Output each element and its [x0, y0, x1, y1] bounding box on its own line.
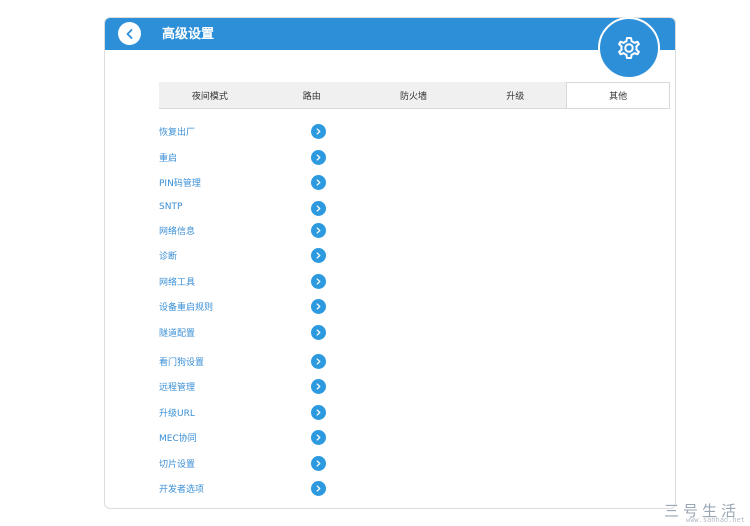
back-button[interactable] — [118, 22, 141, 45]
menu-item-label: 看门狗设置 — [159, 358, 205, 368]
chevron-right-icon[interactable] — [311, 379, 326, 394]
chevron-right-icon[interactable] — [311, 299, 326, 314]
menu-item-diagnostics[interactable]: 诊断 — [159, 247, 329, 265]
menu-item-network-info[interactable]: 网络信息 — [159, 222, 329, 240]
menu-item-factory-reset[interactable]: 恢复出厂 — [159, 123, 329, 141]
watermark-url: www.sanhao.net — [686, 516, 746, 524]
chevron-right-icon[interactable] — [311, 430, 326, 445]
tab-routing[interactable]: 路由 — [261, 82, 363, 108]
tab-other[interactable]: 其他 — [566, 82, 670, 108]
menu-item-label: 隧道配置 — [159, 329, 196, 339]
menu-item-developer-options[interactable]: 开发者选项 — [159, 480, 329, 498]
chevron-right-icon[interactable] — [311, 124, 326, 139]
menu-item-label: 远程管理 — [159, 383, 196, 393]
header-bar: 高级设置 — [105, 18, 675, 50]
chevron-left-icon — [126, 28, 132, 39]
chevron-right-icon[interactable] — [311, 175, 326, 190]
menu-item-label: 网络信息 — [159, 227, 196, 237]
chevron-right-icon[interactable] — [311, 481, 326, 496]
chevron-right-icon[interactable] — [311, 248, 326, 263]
tab-firewall[interactable]: 防火墙 — [363, 82, 465, 108]
menu-item-label: SNTP — [159, 202, 183, 212]
menu-item-pin-management[interactable]: PIN码管理 — [159, 174, 329, 192]
menu-item-reboot[interactable]: 重启 — [159, 149, 329, 167]
chevron-right-icon[interactable] — [311, 150, 326, 165]
menu-item-sntp[interactable]: SNTP — [159, 200, 329, 218]
menu-item-label: 恢复出厂 — [159, 128, 196, 138]
menu-item-label: MEC协同 — [159, 434, 197, 444]
menu-item-watchdog[interactable]: 看门狗设置 — [159, 353, 329, 371]
menu-item-network-tools[interactable]: 网络工具 — [159, 273, 329, 291]
menu-item-label: 切片设置 — [159, 460, 196, 470]
chevron-right-icon[interactable] — [311, 325, 326, 340]
tab-night-mode[interactable]: 夜间模式 — [159, 82, 261, 108]
chevron-right-icon[interactable] — [311, 354, 326, 369]
menu-item-upgrade-url[interactable]: 升级URL — [159, 404, 329, 422]
watermark: 三号生活 www.sanhao.net — [664, 500, 748, 524]
gear-icon — [618, 37, 640, 59]
menu-item-tunnel-config[interactable]: 隧道配置 — [159, 324, 329, 342]
menu-item-label: 升级URL — [159, 409, 195, 419]
menu-item-label: 开发者选项 — [159, 485, 205, 495]
chevron-right-icon[interactable] — [311, 223, 326, 238]
page-title: 高级设置 — [162, 27, 215, 42]
menu-item-reboot-rules[interactable]: 设备重启规则 — [159, 298, 329, 316]
settings-badge — [598, 17, 660, 79]
chevron-right-icon[interactable] — [311, 405, 326, 420]
menu-item-label: PIN码管理 — [159, 179, 201, 189]
menu-item-label: 网络工具 — [159, 278, 196, 288]
menu-item-mec[interactable]: MEC协同 — [159, 429, 329, 447]
menu-item-label: 重启 — [159, 154, 178, 164]
menu-item-label: 设备重启规则 — [159, 303, 214, 313]
menu-item-slice-settings[interactable]: 切片设置 — [159, 455, 329, 473]
chevron-right-icon[interactable] — [311, 201, 326, 216]
menu-item-remote-management[interactable]: 远程管理 — [159, 378, 329, 396]
chevron-right-icon[interactable] — [311, 456, 326, 471]
tab-upgrade[interactable]: 升级 — [464, 82, 566, 108]
tab-bar: 夜间模式 路由 防火墙 升级 其他 — [159, 82, 670, 109]
chevron-right-icon[interactable] — [311, 274, 326, 289]
menu-item-label: 诊断 — [159, 252, 178, 262]
